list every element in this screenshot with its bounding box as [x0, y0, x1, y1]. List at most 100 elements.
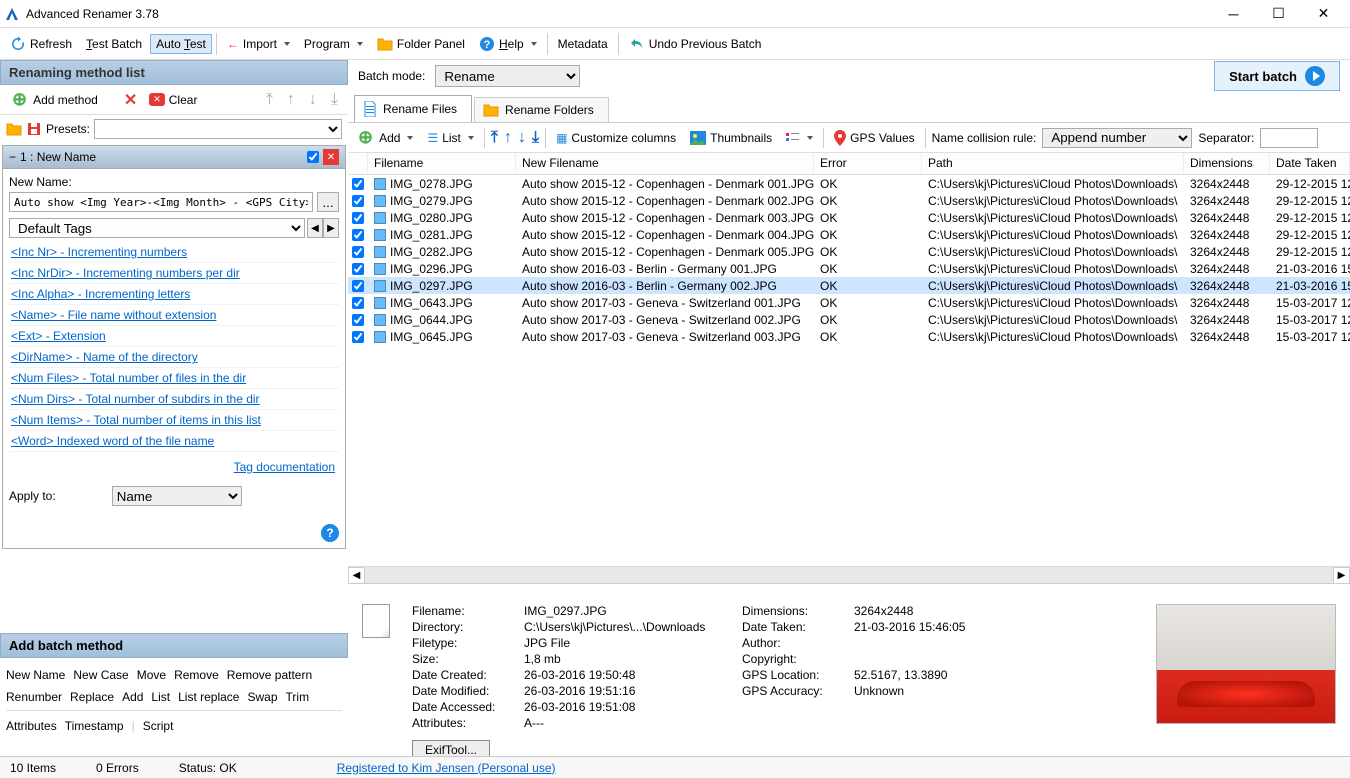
row-checkbox[interactable] — [352, 178, 364, 190]
batch-method-script[interactable]: Script — [143, 715, 174, 737]
tag-link[interactable]: <Inc NrDir> - Incrementing numbers per d… — [9, 263, 339, 284]
batch-method-replace[interactable]: Replace — [70, 686, 114, 708]
import-button[interactable]: ←Import — [221, 34, 296, 54]
row-checkbox[interactable] — [352, 212, 364, 224]
default-tags-select[interactable]: Default Tags — [9, 218, 305, 238]
collision-select[interactable]: Append number — [1042, 128, 1192, 148]
tag-link[interactable]: <Inc Alpha> - Incrementing letters — [9, 284, 339, 305]
col-header-filename[interactable]: Filename — [368, 153, 516, 174]
gps-values-button[interactable]: GPS Values — [830, 128, 918, 148]
columns-menu-button[interactable] — [782, 129, 817, 147]
test-batch-button[interactable]: Test Batch — [80, 34, 148, 54]
batch-method-trim[interactable]: Trim — [286, 686, 310, 708]
move-down-button[interactable]: ↓ — [305, 91, 321, 109]
col-header-dimensions[interactable]: Dimensions — [1184, 153, 1270, 174]
col-header-date-taken[interactable]: Date Taken — [1270, 153, 1350, 174]
tag-link[interactable]: <Num Items> - Total number of items in t… — [9, 410, 339, 431]
registration-link[interactable]: Registered to Kim Jensen (Personal use) — [337, 761, 556, 775]
table-row[interactable]: IMG_0278.JPG Auto show 2015-12 - Copenha… — [348, 175, 1350, 192]
batch-method-attributes[interactable]: Attributes — [6, 715, 57, 737]
program-button[interactable]: Program — [298, 34, 369, 54]
table-row[interactable]: IMG_0297.JPG Auto show 2016-03 - Berlin … — [348, 277, 1350, 294]
sort-top-button[interactable]: ⤒ — [491, 129, 498, 147]
table-row[interactable]: IMG_0281.JPG Auto show 2015-12 - Copenha… — [348, 226, 1350, 243]
tag-link[interactable]: <Num Dirs> - Total number of subdirs in … — [9, 389, 339, 410]
table-row[interactable]: IMG_0279.JPG Auto show 2015-12 - Copenha… — [348, 192, 1350, 209]
batch-method-new-name[interactable]: New Name — [6, 664, 65, 686]
pattern-browse-button[interactable]: ... — [317, 192, 339, 212]
table-row[interactable]: IMG_0282.JPG Auto show 2015-12 - Copenha… — [348, 243, 1350, 260]
add-files-button[interactable]: ⊕Add — [354, 125, 417, 150]
batch-method-list[interactable]: List — [151, 686, 170, 708]
undo-batch-button[interactable]: Undo Previous Batch — [623, 33, 768, 55]
apply-to-select[interactable]: Name — [112, 486, 242, 506]
row-checkbox[interactable] — [352, 314, 364, 326]
clear-methods-button[interactable]: ✕Clear — [143, 90, 203, 110]
save-icon[interactable] — [26, 121, 42, 137]
move-up-button[interactable]: ↑ — [283, 91, 299, 109]
method-enabled-checkbox[interactable] — [307, 151, 319, 163]
tag-prev-button[interactable]: ◀ — [307, 218, 323, 238]
row-checkbox[interactable] — [352, 280, 364, 292]
refresh-button[interactable]: Refresh — [4, 33, 78, 55]
batch-method-remove[interactable]: Remove — [174, 664, 219, 686]
tag-link[interactable]: <Num Files> - Total number of files in t… — [9, 368, 339, 389]
tag-link[interactable]: <DirName> - Name of the directory — [9, 347, 339, 368]
separator-input[interactable] — [1260, 128, 1318, 148]
move-bottom-button[interactable]: ⤓ — [327, 91, 342, 109]
thumbnails-button[interactable]: Thumbnails — [686, 129, 776, 147]
tag-link[interactable]: <Ext> - Extension — [9, 326, 339, 347]
folder-open-icon[interactable] — [6, 121, 22, 137]
tag-link[interactable]: <Inc Nr> - Incrementing numbers — [9, 242, 339, 263]
method-close-button[interactable]: ✕ — [323, 149, 339, 165]
metadata-button[interactable]: Metadata — [552, 34, 614, 54]
batch-method-add[interactable]: Add — [122, 686, 143, 708]
table-row[interactable]: IMG_0644.JPG Auto show 2017-03 - Geneva … — [348, 311, 1350, 328]
delete-method-button[interactable]: ✕ — [124, 90, 137, 110]
table-row[interactable]: IMG_0296.JPG Auto show 2016-03 - Berlin … — [348, 260, 1350, 277]
batch-method-swap[interactable]: Swap — [247, 686, 277, 708]
table-row[interactable]: IMG_0645.JPG Auto show 2017-03 - Geneva … — [348, 328, 1350, 345]
batch-method-list-replace[interactable]: List replace — [178, 686, 239, 708]
tab-rename-files[interactable]: Rename Files — [354, 95, 472, 122]
horizontal-scrollbar[interactable]: ◀▶ — [348, 566, 1350, 583]
row-checkbox[interactable] — [352, 331, 364, 343]
row-checkbox[interactable] — [352, 263, 364, 275]
start-batch-button[interactable]: Start batch — [1214, 61, 1340, 91]
table-row[interactable]: IMG_0280.JPG Auto show 2015-12 - Copenha… — [348, 209, 1350, 226]
new-name-input[interactable] — [9, 192, 313, 212]
col-header-newfilename[interactable]: New Filename — [516, 153, 814, 174]
list-button[interactable]: ☰List — [423, 129, 477, 147]
presets-select[interactable] — [94, 119, 342, 139]
row-checkbox[interactable] — [352, 246, 364, 258]
customize-columns-button[interactable]: ▦Customize columns — [552, 129, 680, 147]
batch-method-renumber[interactable]: Renumber — [6, 686, 62, 708]
batch-method-move[interactable]: Move — [137, 664, 166, 686]
batch-method-timestamp[interactable]: Timestamp — [65, 715, 124, 737]
minimize-button[interactable]: ─ — [1211, 1, 1256, 27]
batch-method-new-case[interactable]: New Case — [73, 664, 128, 686]
maximize-button[interactable]: ☐ — [1256, 1, 1301, 27]
tag-link[interactable]: <Name> - File name without extension — [9, 305, 339, 326]
table-row[interactable]: IMG_0643.JPG Auto show 2017-03 - Geneva … — [348, 294, 1350, 311]
sort-down-button[interactable]: ↓ — [518, 129, 526, 147]
batch-method-remove-pattern[interactable]: Remove pattern — [227, 664, 312, 686]
help-button[interactable]: ?Help — [473, 33, 543, 55]
col-header-error[interactable]: Error — [814, 153, 922, 174]
sort-up-button[interactable]: ↑ — [504, 129, 512, 147]
row-checkbox[interactable] — [352, 229, 364, 241]
tag-next-button[interactable]: ▶ — [323, 218, 339, 238]
tag-link[interactable]: <Word> Indexed word of the file name — [9, 431, 339, 452]
auto-test-button[interactable]: Auto Test — [150, 34, 212, 54]
move-top-button[interactable]: ⤒ — [262, 91, 277, 109]
tab-rename-folders[interactable]: Rename Folders — [474, 97, 609, 122]
collapse-icon[interactable]: − — [9, 150, 16, 164]
col-header-path[interactable]: Path — [922, 153, 1184, 174]
sort-bottom-button[interactable]: ⤓ — [532, 129, 539, 147]
method-help-icon[interactable]: ? — [321, 524, 339, 542]
folder-panel-button[interactable]: Folder Panel — [371, 34, 471, 54]
batch-mode-select[interactable]: Rename — [435, 65, 580, 87]
close-button[interactable]: ✕ — [1301, 1, 1346, 27]
row-checkbox[interactable] — [352, 195, 364, 207]
add-method-button[interactable]: ⊕Add method — [6, 86, 104, 113]
